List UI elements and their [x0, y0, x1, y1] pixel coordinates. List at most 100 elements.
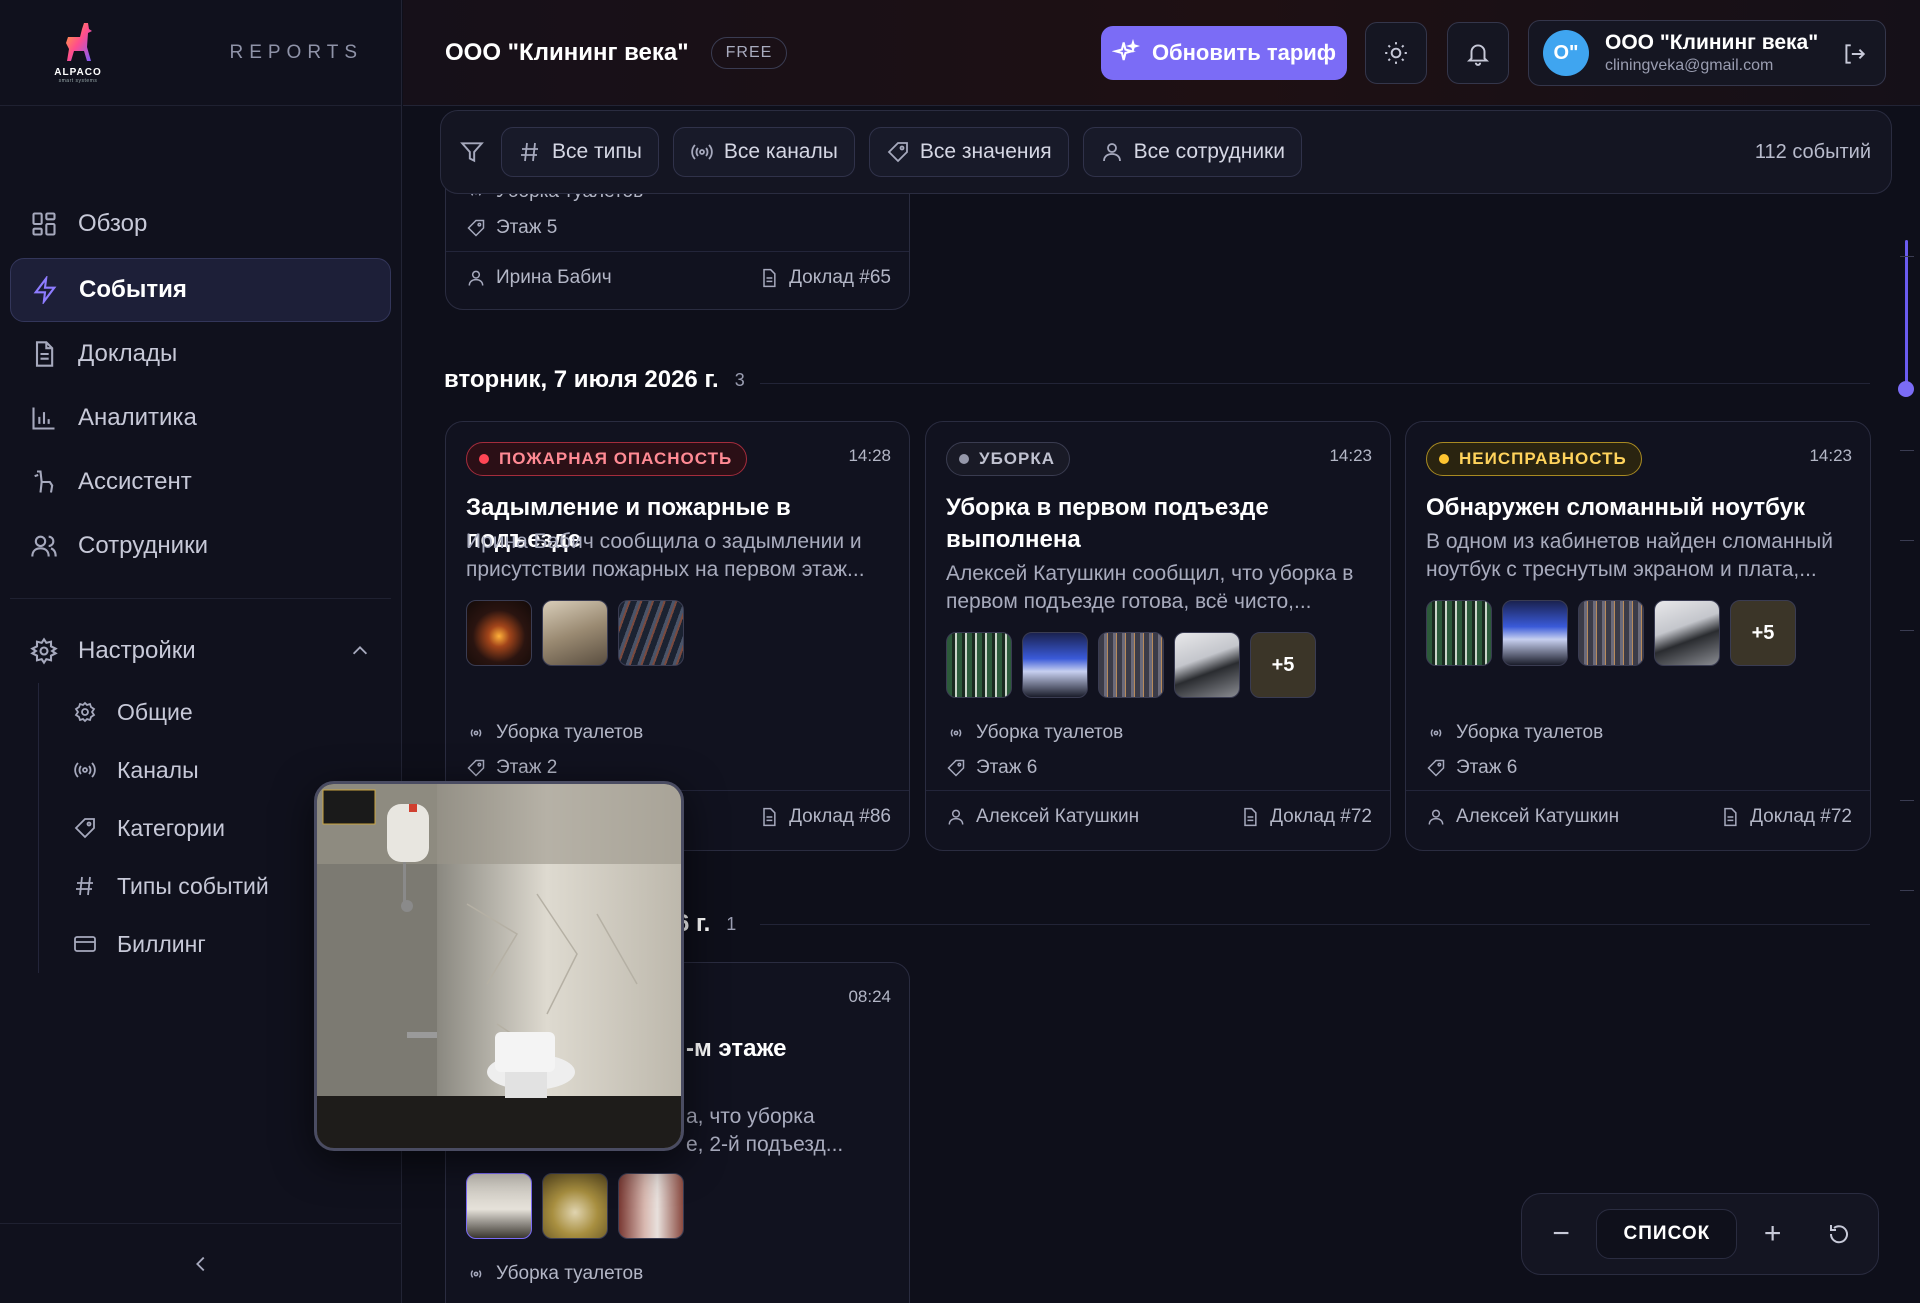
- notifications-button[interactable]: [1447, 22, 1509, 84]
- avatar: О": [1543, 30, 1589, 76]
- event-title: -м этаже: [686, 1035, 787, 1062]
- photo-thumbnail[interactable]: [1022, 632, 1088, 698]
- nav-item-analytics[interactable]: Аналитика: [10, 386, 391, 450]
- theme-toggle-button[interactable]: [1365, 22, 1427, 84]
- timeline-tick: [1900, 890, 1914, 891]
- day-count: 3: [734, 369, 745, 390]
- photo-thumbnail[interactable]: [1426, 600, 1492, 666]
- photo-thumbnails: [466, 1173, 684, 1239]
- author-label: Ирина Бабич: [496, 267, 612, 288]
- view-zoom-control: − СПИСОК +: [1521, 1193, 1879, 1275]
- event-card[interactable]: НЕИСПРАВНОСТЬ 14:23 Обнаружен сломанный …: [1405, 421, 1871, 851]
- upgrade-label: Обновить тариф: [1151, 40, 1337, 65]
- channel-label: Уборка туалетов: [976, 722, 1124, 743]
- tag-icon: [887, 142, 908, 163]
- document-icon: [1724, 807, 1737, 827]
- zoom-out-button[interactable]: −: [1536, 1208, 1586, 1260]
- card-report-link[interactable]: Доклад #72: [1720, 806, 1852, 828]
- more-photos[interactable]: +5: [1730, 600, 1796, 666]
- brand-bar: ALPACO smart systems REPORTS: [0, 0, 401, 106]
- zoom-in-button[interactable]: +: [1747, 1208, 1797, 1260]
- event-card[interactable]: УБОРКА 14:23 Уборка в первом подъезде вы…: [925, 421, 1391, 851]
- brand-section: REPORTS: [229, 41, 363, 63]
- broadcast-icon: [1430, 729, 1442, 737]
- chevron-up-icon: [352, 646, 368, 655]
- filter-channels[interactable]: Все каналы: [672, 127, 855, 177]
- photo-thumbnail[interactable]: [1174, 632, 1240, 698]
- sub-item-general[interactable]: Общие: [39, 683, 401, 741]
- floor-label: Этаж 6: [1456, 757, 1518, 778]
- sparkle-icon: [1111, 39, 1140, 61]
- user-menu[interactable]: О" ООО "Клининг века" cliningveka@gmail.…: [1528, 20, 1886, 86]
- day-header: 6 г. 1: [676, 910, 736, 938]
- upgrade-plan-button[interactable]: Обновить тариф: [1101, 26, 1347, 80]
- card-report-link[interactable]: Доклад #86: [759, 806, 891, 828]
- photo-thumbnails: +5: [1426, 600, 1796, 666]
- collapse-sidebar-button[interactable]: [0, 1223, 402, 1303]
- card-icon: [74, 936, 96, 952]
- filter-button[interactable]: [455, 135, 489, 169]
- plan-badge: FREE: [710, 36, 788, 69]
- event-description: Алексей Катушкин сообщил, что уборка в п…: [946, 562, 1354, 613]
- timeline-scroll-handle[interactable]: [1898, 381, 1914, 397]
- card-channel: Уборка туалетов: [946, 722, 1123, 744]
- broadcast-icon: [470, 1270, 482, 1278]
- photo-thumbnail[interactable]: [1098, 632, 1164, 698]
- photo-thumbnail[interactable]: [946, 632, 1012, 698]
- card-report-link[interactable]: Доклад #65: [759, 267, 891, 289]
- user-icon: [468, 270, 484, 286]
- author-label: Алексей Катушкин: [1456, 806, 1620, 827]
- day-divider: [760, 383, 1870, 384]
- tag-icon: [467, 759, 485, 777]
- photo-thumbnail[interactable]: [542, 600, 608, 666]
- channel-label: Уборка туалетов: [1456, 722, 1604, 743]
- nav-label: События: [79, 276, 187, 303]
- event-title: Обнаружен сломанный ноутбук: [1426, 494, 1805, 521]
- photo-thumbnail[interactable]: [542, 1173, 608, 1239]
- badge-label: ПОЖАРНАЯ ОПАСНОСТЬ: [499, 449, 733, 468]
- user-icon: [1428, 809, 1444, 825]
- nav-item-settings[interactable]: Настройки: [10, 619, 391, 683]
- document-icon: [763, 807, 776, 827]
- timeline-tick: [1900, 630, 1914, 631]
- report-label: Доклад #65: [789, 267, 891, 288]
- alpaca-icon: [34, 470, 54, 493]
- photo-thumbnail[interactable]: [1654, 600, 1720, 666]
- card-floor: Этаж 6: [946, 757, 1037, 779]
- photo-thumbnail[interactable]: [466, 1173, 532, 1239]
- nav-item-overview[interactable]: Обзор: [10, 192, 391, 256]
- event-title: Уборка в первом подъезде выполнена: [946, 494, 1269, 553]
- filter-types[interactable]: Все типы: [501, 127, 659, 177]
- view-mode-label[interactable]: СПИСОК: [1596, 1209, 1738, 1259]
- card-report-link[interactable]: Доклад #72: [1240, 806, 1372, 828]
- sub-item-label: Каналы: [117, 756, 199, 783]
- author-label: Алексей Катушкин: [976, 806, 1140, 827]
- reset-view-button[interactable]: [1814, 1208, 1864, 1260]
- logout-button[interactable]: [1841, 41, 1867, 67]
- more-photos[interactable]: +5: [1250, 632, 1316, 698]
- photo-thumbnail[interactable]: [1502, 600, 1568, 666]
- filter-employees[interactable]: Все сотрудники: [1082, 127, 1302, 177]
- nav-item-assistant[interactable]: Ассистент: [10, 450, 391, 514]
- timeline-scroll-rail[interactable]: [1905, 240, 1908, 390]
- sub-item-label: Категории: [117, 814, 225, 841]
- filter-values[interactable]: Все значения: [868, 127, 1069, 177]
- nav-item-reports[interactable]: Доклады: [10, 322, 391, 386]
- photo-thumbnail[interactable]: [1578, 600, 1644, 666]
- gear-icon: [30, 637, 58, 665]
- nav-item-employees[interactable]: Сотрудники: [10, 514, 391, 578]
- event-type-badge: УБОРКА: [946, 442, 1071, 476]
- photo-thumbnail[interactable]: [618, 600, 684, 666]
- alpaco-logo[interactable]: ALPACO smart systems: [50, 21, 106, 84]
- user-icon: [948, 809, 964, 825]
- event-type-badge: НЕИСПРАВНОСТЬ: [1426, 442, 1642, 476]
- document-icon: [763, 268, 776, 288]
- tag-icon: [947, 759, 965, 777]
- photo-preview-popup[interactable]: [314, 781, 684, 1151]
- photo-thumbnail[interactable]: [618, 1173, 684, 1239]
- card-floor: Этаж 5: [466, 217, 557, 239]
- photo-thumbnail[interactable]: [466, 600, 532, 666]
- photo-thumbnails: +5: [946, 632, 1316, 698]
- card-channel: Уборка туалетов: [466, 1263, 643, 1285]
- nav-item-events[interactable]: События: [10, 258, 391, 322]
